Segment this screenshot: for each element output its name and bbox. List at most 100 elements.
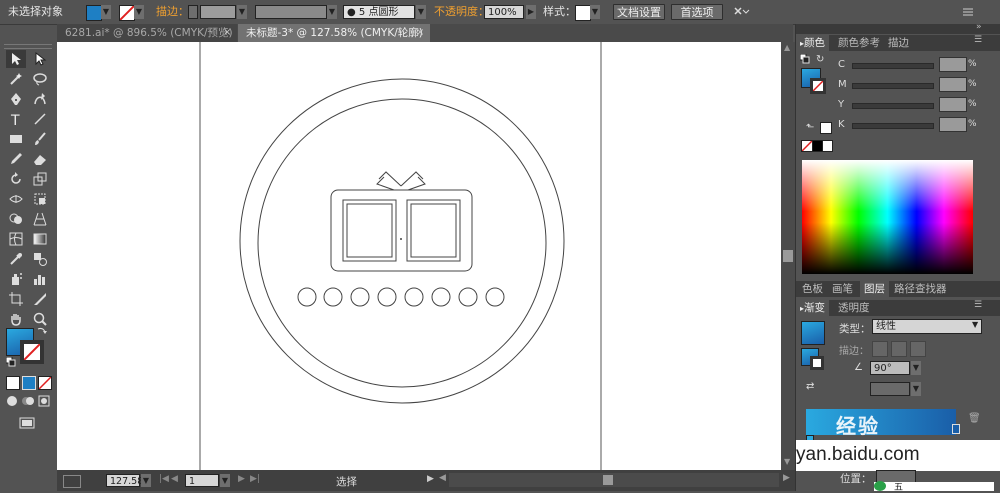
- close-icon[interactable]: ×: [223, 24, 231, 42]
- last-color-swatch[interactable]: [820, 122, 832, 134]
- tab-gradient[interactable]: ▸渐变: [796, 300, 830, 316]
- channel-k-field[interactable]: [939, 117, 967, 132]
- channel-c-slider[interactable]: [852, 63, 934, 69]
- color-mode-icon[interactable]: [6, 376, 20, 390]
- graphic-style-swatch[interactable]: [575, 5, 591, 21]
- lasso-tool-icon[interactable]: [30, 70, 50, 88]
- brush-definition[interactable]: ● 5 点圆形: [343, 5, 415, 19]
- white-swatch[interactable]: [822, 140, 833, 152]
- tab-color[interactable]: ▸颜色: [796, 35, 830, 51]
- type-tool-icon[interactable]: T: [6, 110, 26, 128]
- preferences-button[interactable]: 首选项: [671, 4, 723, 20]
- selection-tool-icon[interactable]: [6, 50, 26, 68]
- free-transform-tool-icon[interactable]: [30, 190, 50, 208]
- line-segment-tool-icon[interactable]: [30, 110, 50, 128]
- opacity-label[interactable]: 不透明度：: [434, 0, 489, 24]
- color-panel-stroke-swatch[interactable]: [810, 78, 826, 94]
- width-tool-icon[interactable]: [6, 190, 26, 208]
- none-mode-icon[interactable]: [38, 376, 52, 390]
- panel-dock-grip[interactable]: »: [796, 22, 1000, 34]
- stroke-across-icon[interactable]: [910, 341, 926, 357]
- gradient-tool-icon[interactable]: [30, 230, 50, 248]
- stroke-dropdown-arrow[interactable]: ▼: [134, 5, 144, 19]
- stroke-none-swatch[interactable]: [20, 340, 44, 364]
- artboard-number-field[interactable]: 1: [185, 474, 219, 487]
- gradient-angle-field[interactable]: 90°: [870, 361, 910, 375]
- document-setup-button[interactable]: 文档设置: [613, 4, 665, 20]
- aspect-ratio-dropdown[interactable]: ▼: [911, 382, 921, 396]
- stroke-weight-stepper[interactable]: [188, 5, 198, 19]
- artboard-canvas[interactable]: [57, 42, 781, 470]
- pen-tool-icon[interactable]: [6, 90, 26, 108]
- angle-dropdown[interactable]: ▼: [911, 361, 921, 375]
- scroll-right-icon[interactable]: ▶: [783, 473, 790, 483]
- shape-builder-tool-icon[interactable]: [6, 210, 26, 228]
- opacity-dropdown[interactable]: ▶: [526, 5, 536, 19]
- last-artboard-icon[interactable]: ▶|: [250, 474, 260, 484]
- swap-colors-icon[interactable]: ↻: [816, 54, 824, 65]
- next-artboard-icon[interactable]: ▶: [238, 474, 245, 484]
- stroke-within-icon[interactable]: [872, 341, 888, 357]
- tab-document-untitled-3[interactable]: 未标题-3* @ 127.58% (CMYK/轮廓) ×: [238, 24, 430, 42]
- tab-swatches[interactable]: 色板: [798, 281, 827, 297]
- stroke-weight-field[interactable]: [200, 5, 236, 19]
- reverse-gradient-icon[interactable]: ⇄: [806, 381, 814, 392]
- fill-dropdown-arrow[interactable]: ▼: [101, 5, 111, 19]
- gradient-type-dropdown-icon[interactable]: ▼: [972, 320, 978, 329]
- profile-dropdown[interactable]: ▼: [327, 5, 337, 19]
- gradient-slider-bar[interactable]: 经验: [806, 409, 956, 438]
- tab-color-guide[interactable]: 颜色参考: [834, 35, 884, 51]
- default-fill-stroke-icon[interactable]: [799, 53, 810, 64]
- vertical-scrollbar[interactable]: ▲ ▼: [781, 42, 795, 470]
- hand-tool-icon[interactable]: [6, 310, 26, 328]
- column-graph-tool-icon[interactable]: [30, 270, 50, 288]
- change-screen-mode-icon[interactable]: [16, 414, 38, 432]
- scroll-up-icon[interactable]: ▲: [784, 44, 792, 52]
- arrange-documents-icon[interactable]: [732, 4, 752, 20]
- zoom-dropdown[interactable]: ▼: [141, 474, 151, 487]
- channel-k-slider[interactable]: [852, 123, 934, 129]
- stroke-weight-dropdown[interactable]: ▼: [237, 5, 247, 19]
- brush-dropdown[interactable]: ▼: [416, 5, 426, 19]
- channel-y-field[interactable]: [939, 97, 967, 112]
- close-icon[interactable]: ×: [416, 24, 424, 42]
- artboard-tool-icon[interactable]: [6, 290, 26, 308]
- delete-stop-icon[interactable]: 🗑: [968, 413, 981, 424]
- gradient-type-select[interactable]: 线性: [872, 319, 982, 334]
- draw-inside-icon[interactable]: [36, 392, 52, 410]
- draw-normal-icon[interactable]: [4, 392, 20, 410]
- tv-icon[interactable]: [330, 171, 473, 272]
- outer-circle[interactable]: [239, 78, 565, 404]
- blend-tool-icon[interactable]: [30, 250, 50, 268]
- channel-m-field[interactable]: [939, 77, 967, 92]
- channel-c-field[interactable]: [939, 57, 967, 72]
- swap-fill-stroke-icon[interactable]: [37, 326, 47, 336]
- artboard-dropdown[interactable]: ▼: [220, 474, 230, 487]
- out-of-gamut-icon[interactable]: ⬑: [806, 122, 814, 133]
- paintbrush-tool-icon[interactable]: [30, 130, 50, 148]
- channel-y-slider[interactable]: [852, 103, 934, 109]
- tab-document-6281[interactable]: 6281.ai* @ 896.5% (CMYK/预览) ×: [57, 24, 237, 42]
- style-dropdown[interactable]: ▼: [590, 5, 600, 19]
- tab-pathfinder[interactable]: 路径查找器: [890, 281, 951, 297]
- scale-tool-icon[interactable]: [30, 170, 50, 188]
- rectangle-tool-icon[interactable]: [6, 130, 26, 148]
- horizontal-scroll-thumb[interactable]: [603, 475, 613, 485]
- tab-transparency[interactable]: 透明度: [834, 300, 874, 316]
- gradient-panel-menu-icon[interactable]: ☰: [974, 300, 982, 310]
- tab-brushes[interactable]: 画笔: [828, 281, 857, 297]
- inner-circle[interactable]: [257, 98, 547, 388]
- toolbox-grip[interactable]: [4, 44, 52, 49]
- channel-m-slider[interactable]: [852, 83, 934, 89]
- gradient-mode-icon[interactable]: [22, 376, 36, 390]
- slice-tool-icon[interactable]: [30, 290, 50, 308]
- horizontal-scrollbar[interactable]: [449, 473, 779, 487]
- stroke-color-swatch[interactable]: [119, 5, 135, 21]
- symbol-sprayer-tool-icon[interactable]: [6, 270, 26, 288]
- status-menu-arrow[interactable]: ▶: [427, 474, 434, 484]
- stroke-label[interactable]: 描边：: [156, 0, 189, 24]
- eraser-tool-icon[interactable]: [30, 150, 50, 168]
- gradient-stop-end[interactable]: [952, 424, 960, 434]
- mesh-tool-icon[interactable]: [6, 230, 26, 248]
- stroke-along-icon[interactable]: [891, 341, 907, 357]
